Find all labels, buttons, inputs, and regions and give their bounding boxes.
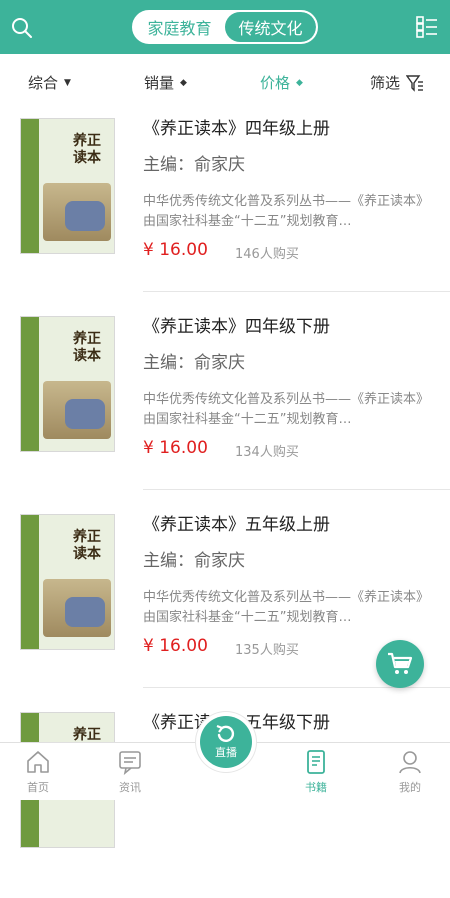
sort-bar: 综合 ▼ 销量 ◆ 价格 ◆ 筛选 bbox=[0, 54, 450, 106]
cover-title: 养正读本 bbox=[73, 133, 101, 166]
filter-button[interactable]: 筛选 bbox=[370, 72, 424, 93]
cover-title: 养正读本 bbox=[73, 331, 101, 364]
cover-title: 养正读本 bbox=[73, 529, 101, 562]
cart-button[interactable] bbox=[376, 640, 424, 688]
tab-home[interactable]: 首页 bbox=[8, 749, 68, 795]
segment-control: 家庭教育 传统文化 bbox=[132, 10, 318, 44]
book-title: 《养正读本》五年级上册 bbox=[143, 515, 330, 535]
book-price: ¥ 16.00 bbox=[143, 438, 208, 458]
cart-icon bbox=[388, 652, 413, 674]
book-title: 《养正读本》四年级下册 bbox=[143, 317, 330, 337]
divider bbox=[143, 291, 450, 292]
live-label: 直播 bbox=[215, 746, 237, 759]
divider bbox=[143, 489, 450, 490]
book-price: ¥ 16.00 bbox=[143, 240, 208, 260]
book-author: 主编：俞家庆 bbox=[143, 353, 245, 373]
tab-label: 资讯 bbox=[119, 781, 141, 794]
top-bar: 家庭教育 传统文化 bbox=[0, 0, 450, 54]
book-list-item[interactable]: 养正读本 《养正读本》四年级上册 主编：俞家庆 中华优秀传统文化普及系列丛书——… bbox=[0, 106, 450, 304]
book-sold-count: 146人购买 bbox=[235, 247, 299, 262]
book-cover: 养正读本 bbox=[20, 118, 115, 254]
search-icon[interactable] bbox=[10, 16, 34, 40]
home-icon bbox=[27, 751, 49, 773]
filter-icon bbox=[406, 74, 424, 92]
book-sold-count: 135人购买 bbox=[235, 643, 299, 658]
tab-books[interactable]: 书籍 bbox=[286, 749, 346, 795]
sort-toggle-icon: ◆ bbox=[296, 77, 303, 88]
book-price: ¥ 16.00 bbox=[143, 636, 208, 656]
sort-sales[interactable]: 销量 ◆ bbox=[144, 72, 187, 93]
tab-label: 我的 bbox=[399, 781, 421, 794]
profile-icon bbox=[399, 751, 421, 774]
book-author: 主编：俞家庆 bbox=[143, 155, 245, 175]
segment-traditional-culture[interactable]: 传统文化 bbox=[225, 12, 316, 42]
book-description: 中华优秀传统文化普及系列丛书——《养正读本》由国家社科基金“十二五”规划教育… bbox=[143, 590, 430, 625]
book-cover: 养正读本 bbox=[20, 316, 115, 452]
book-icon bbox=[307, 750, 325, 774]
tab-label: 首页 bbox=[27, 781, 49, 794]
category-list-icon[interactable] bbox=[416, 16, 438, 38]
tab-news[interactable]: 资讯 bbox=[100, 749, 160, 795]
replay-icon bbox=[216, 724, 235, 742]
chevron-down-icon: ▼ bbox=[64, 77, 71, 88]
tab-label: 书籍 bbox=[305, 781, 327, 794]
news-icon bbox=[119, 751, 141, 775]
sort-price[interactable]: 价格 ◆ bbox=[260, 72, 303, 93]
book-description: 中华优秀传统文化普及系列丛书——《养正读本》由国家社科基金“十二五”规划教育… bbox=[143, 392, 430, 427]
book-author: 主编：俞家庆 bbox=[143, 551, 245, 571]
book-list-item[interactable]: 养正读本 《养正读本》四年级下册 主编：俞家庆 中华优秀传统文化普及系列丛书——… bbox=[0, 304, 450, 502]
book-description: 中华优秀传统文化普及系列丛书——《养正读本》由国家社科基金“十二五”规划教育… bbox=[143, 194, 430, 229]
book-sold-count: 134人购买 bbox=[235, 445, 299, 460]
tab-profile[interactable]: 我的 bbox=[380, 749, 440, 795]
sort-toggle-icon: ◆ bbox=[180, 77, 187, 88]
book-cover: 养正读本 bbox=[20, 514, 115, 650]
sort-comprehensive[interactable]: 综合 ▼ bbox=[28, 72, 71, 93]
live-button[interactable]: 直播 bbox=[196, 712, 256, 772]
segment-family-education[interactable]: 家庭教育 bbox=[134, 12, 225, 42]
book-title: 《养正读本》四年级上册 bbox=[143, 119, 330, 139]
